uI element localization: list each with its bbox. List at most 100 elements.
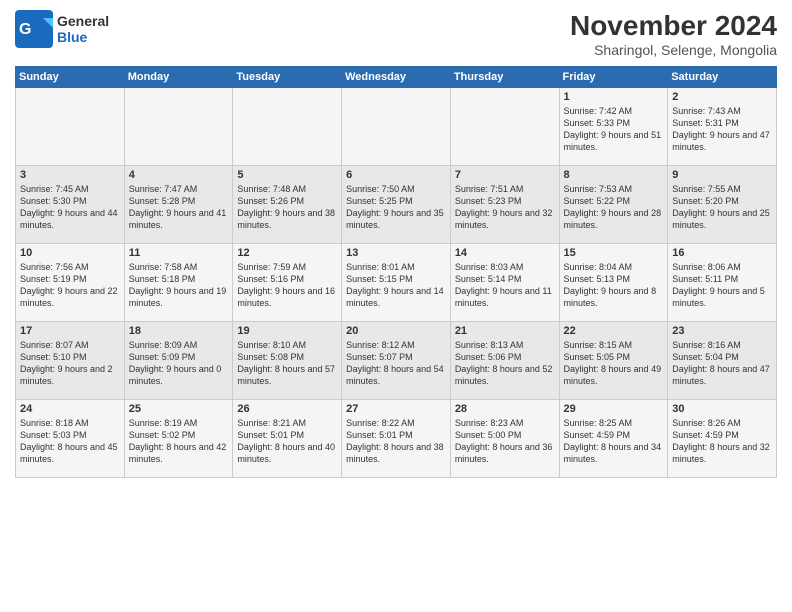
day-number: 1: [564, 91, 664, 103]
calendar-cell: 1 Sunrise: 7:42 AM Sunset: 5:33 PM Daylig…: [559, 88, 668, 166]
day-number: 6: [346, 169, 446, 181]
day-info: Sunrise: 8:22 AM Sunset: 5:01 PM Dayligh…: [346, 417, 446, 466]
calendar-cell: 16 Sunrise: 8:06 AM Sunset: 5:11 PM Dayli…: [668, 244, 777, 322]
calendar-cell: 9Sunrise: 7:55 AM Sunset: 5:20 PM Daylig…: [668, 166, 777, 244]
day-info: Sunrise: 8:04 AM Sunset: 5:13 PM Dayligh…: [564, 261, 664, 310]
calendar-cell: 20 Sunrise: 8:12 AM Sunset: 5:07 PM Dayli…: [342, 322, 451, 400]
calendar-cell: 17 Sunrise: 8:07 AM Sunset: 5:10 PM Dayli…: [16, 322, 125, 400]
header-tuesday: Tuesday: [233, 67, 342, 88]
day-number: 24: [20, 403, 120, 415]
day-info: Sunrise: 8:03 AM Sunset: 5:14 PM Dayligh…: [455, 261, 555, 310]
calendar-cell: 4 Sunrise: 7:47 AM Sunset: 5:28 PM Daylig…: [124, 166, 233, 244]
day-info: Sunrise: 8:12 AM Sunset: 5:07 PM Dayligh…: [346, 339, 446, 388]
day-number: 7: [455, 169, 555, 181]
day-info: Sunrise: 8:07 AM Sunset: 5:10 PM Dayligh…: [20, 339, 120, 388]
day-number: 29: [564, 403, 664, 415]
day-number: 18: [129, 325, 229, 337]
calendar-cell: 12Sunrise: 7:59 AM Sunset: 5:16 PM Dayli…: [233, 244, 342, 322]
day-number: 14: [455, 247, 555, 259]
calendar-cell: [16, 88, 125, 166]
day-number: 21: [455, 325, 555, 337]
calendar-cell: [342, 88, 451, 166]
page: G General Blue November 2024 Sharingol, …: [0, 0, 792, 612]
day-info: Sunrise: 8:19 AM Sunset: 5:02 PM Dayligh…: [129, 417, 229, 466]
day-info: Sunrise: 8:13 AM Sunset: 5:06 PM Dayligh…: [455, 339, 555, 388]
calendar-cell: 11 Sunrise: 7:58 AM Sunset: 5:18 PM Dayli…: [124, 244, 233, 322]
calendar-table: Sunday Monday Tuesday Wednesday Thursday…: [15, 66, 777, 478]
day-info: Sunrise: 8:06 AM Sunset: 5:11 PM Dayligh…: [672, 261, 772, 310]
header-thursday: Thursday: [450, 67, 559, 88]
calendar-cell: 2Sunrise: 7:43 AM Sunset: 5:31 PM Daylig…: [668, 88, 777, 166]
calendar-cell: 5 Sunrise: 7:48 AM Sunset: 5:26 PM Daylig…: [233, 166, 342, 244]
day-info: Sunrise: 7:42 AM Sunset: 5:33 PM Dayligh…: [564, 105, 664, 154]
day-info: Sunrise: 8:16 AM Sunset: 5:04 PM Dayligh…: [672, 339, 772, 388]
day-info: Sunrise: 7:55 AM Sunset: 5:20 PM Dayligh…: [672, 183, 772, 232]
day-number: 5: [237, 169, 337, 181]
title-block: November 2024 Sharingol, Selenge, Mongol…: [570, 10, 777, 58]
day-number: 17: [20, 325, 120, 337]
day-info: Sunrise: 7:58 AM Sunset: 5:18 PM Dayligh…: [129, 261, 229, 310]
day-number: 13: [346, 247, 446, 259]
day-info: Sunrise: 8:01 AM Sunset: 5:15 PM Dayligh…: [346, 261, 446, 310]
location: Sharingol, Selenge, Mongolia: [570, 42, 777, 58]
header: G General Blue November 2024 Sharingol, …: [15, 10, 777, 58]
calendar-week-row: 3Sunrise: 7:45 AM Sunset: 5:30 PM Daylig…: [16, 166, 777, 244]
day-info: Sunrise: 7:53 AM Sunset: 5:22 PM Dayligh…: [564, 183, 664, 232]
logo-general: General: [57, 13, 109, 29]
calendar-week-row: 17 Sunrise: 8:07 AM Sunset: 5:10 PM Dayli…: [16, 322, 777, 400]
calendar-cell: 27 Sunrise: 8:22 AM Sunset: 5:01 PM Dayli…: [342, 400, 451, 478]
calendar-cell: 8Sunrise: 7:53 AM Sunset: 5:22 PM Daylig…: [559, 166, 668, 244]
calendar-cell: 6 Sunrise: 7:50 AM Sunset: 5:25 PM Daylig…: [342, 166, 451, 244]
svg-text:G: G: [19, 21, 31, 38]
day-number: 20: [346, 325, 446, 337]
day-number: 10: [20, 247, 120, 259]
calendar-cell: [124, 88, 233, 166]
logo-icon: G: [15, 10, 53, 48]
day-info: Sunrise: 7:50 AM Sunset: 5:25 PM Dayligh…: [346, 183, 446, 232]
day-info: Sunrise: 8:25 AM Sunset: 4:59 PM Dayligh…: [564, 417, 664, 466]
day-number: 26: [237, 403, 337, 415]
day-info: Sunrise: 8:23 AM Sunset: 5:00 PM Dayligh…: [455, 417, 555, 466]
calendar-week-row: 24Sunrise: 8:18 AM Sunset: 5:03 PM Dayli…: [16, 400, 777, 478]
day-info: Sunrise: 7:56 AM Sunset: 5:19 PM Dayligh…: [20, 261, 120, 310]
calendar-header-row: Sunday Monday Tuesday Wednesday Thursday…: [16, 67, 777, 88]
day-info: Sunrise: 7:43 AM Sunset: 5:31 PM Dayligh…: [672, 105, 772, 154]
day-info: Sunrise: 7:48 AM Sunset: 5:26 PM Dayligh…: [237, 183, 337, 232]
day-info: Sunrise: 8:09 AM Sunset: 5:09 PM Dayligh…: [129, 339, 229, 388]
day-number: 3: [20, 169, 120, 181]
calendar-cell: 28 Sunrise: 8:23 AM Sunset: 5:00 PM Dayli…: [450, 400, 559, 478]
day-info: Sunrise: 7:47 AM Sunset: 5:28 PM Dayligh…: [129, 183, 229, 232]
header-friday: Friday: [559, 67, 668, 88]
day-number: 12: [237, 247, 337, 259]
calendar-cell: 29 Sunrise: 8:25 AM Sunset: 4:59 PM Dayli…: [559, 400, 668, 478]
day-number: 28: [455, 403, 555, 415]
calendar-cell: 3Sunrise: 7:45 AM Sunset: 5:30 PM Daylig…: [16, 166, 125, 244]
calendar-cell: [233, 88, 342, 166]
day-info: Sunrise: 8:10 AM Sunset: 5:08 PM Dayligh…: [237, 339, 337, 388]
day-info: Sunrise: 7:51 AM Sunset: 5:23 PM Dayligh…: [455, 183, 555, 232]
header-saturday: Saturday: [668, 67, 777, 88]
calendar-cell: 21 Sunrise: 8:13 AM Sunset: 5:06 PM Dayli…: [450, 322, 559, 400]
day-number: 23: [672, 325, 772, 337]
logo-blue: Blue: [57, 29, 109, 45]
day-number: 25: [129, 403, 229, 415]
day-number: 27: [346, 403, 446, 415]
day-number: 4: [129, 169, 229, 181]
calendar-cell: 7 Sunrise: 7:51 AM Sunset: 5:23 PM Daylig…: [450, 166, 559, 244]
calendar-week-row: 1 Sunrise: 7:42 AM Sunset: 5:33 PM Daylig…: [16, 88, 777, 166]
calendar-cell: 23 Sunrise: 8:16 AM Sunset: 5:04 PM Dayli…: [668, 322, 777, 400]
day-info: Sunrise: 8:21 AM Sunset: 5:01 PM Dayligh…: [237, 417, 337, 466]
logo: G General Blue: [15, 10, 109, 48]
calendar-cell: 19Sunrise: 8:10 AM Sunset: 5:08 PM Dayli…: [233, 322, 342, 400]
day-number: 11: [129, 247, 229, 259]
day-info: Sunrise: 8:15 AM Sunset: 5:05 PM Dayligh…: [564, 339, 664, 388]
day-info: Sunrise: 8:26 AM Sunset: 4:59 PM Dayligh…: [672, 417, 772, 466]
header-wednesday: Wednesday: [342, 67, 451, 88]
calendar-cell: 22Sunrise: 8:15 AM Sunset: 5:05 PM Dayli…: [559, 322, 668, 400]
month-title: November 2024: [570, 10, 777, 42]
calendar-cell: [450, 88, 559, 166]
calendar-week-row: 10 Sunrise: 7:56 AM Sunset: 5:19 PM Dayli…: [16, 244, 777, 322]
day-number: 16: [672, 247, 772, 259]
day-number: 15: [564, 247, 664, 259]
calendar-cell: 14 Sunrise: 8:03 AM Sunset: 5:14 PM Dayli…: [450, 244, 559, 322]
